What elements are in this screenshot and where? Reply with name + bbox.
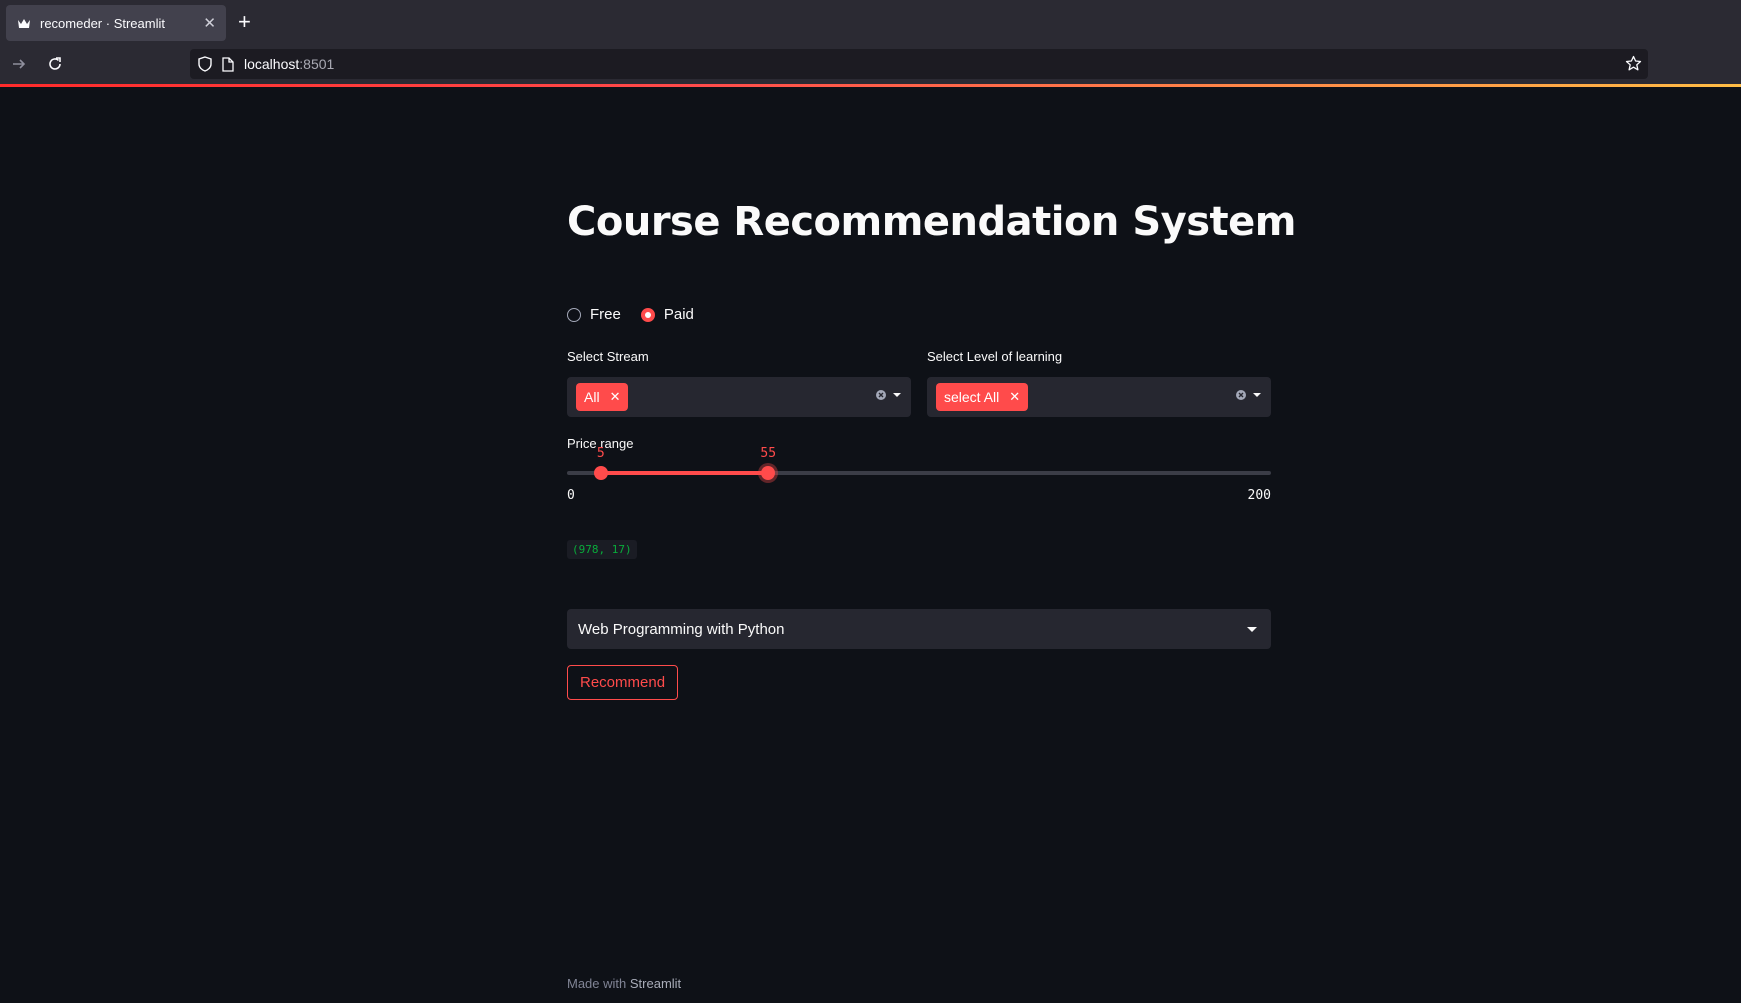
footer-streamlit-link[interactable]: Streamlit — [630, 976, 681, 991]
browser-tab[interactable]: recomeder · Streamlit ✕ — [6, 5, 226, 41]
slider-thumb-low[interactable] — [593, 466, 608, 480]
page-title: Course Recommendation System — [567, 199, 1296, 245]
close-icon[interactable]: ✕ — [203, 14, 216, 32]
clear-icon[interactable] — [1235, 389, 1247, 401]
browser-nav-bar: localhost:8501 — [0, 45, 1741, 85]
price-type-radio-group: Free Paid — [567, 306, 714, 323]
level-chip: select All ✕ — [936, 383, 1029, 411]
page-progress-line — [0, 84, 1741, 87]
recommend-button[interactable]: Recommend — [567, 665, 679, 700]
page-icon[interactable] — [222, 56, 234, 72]
url-bar[interactable]: localhost:8501 — [190, 49, 1648, 79]
radio-label-free: Free — [590, 306, 621, 323]
slider-max-label: 200 — [1247, 488, 1271, 503]
chevron-down-icon[interactable] — [1247, 627, 1257, 632]
slider-value-low: 5 — [596, 446, 605, 461]
slider-fill — [600, 471, 769, 475]
streamlit-crown-icon — [16, 15, 32, 31]
level-chip-label: select All — [944, 389, 1000, 405]
chevron-down-icon[interactable] — [1253, 393, 1261, 397]
radio-button-free[interactable] — [567, 307, 581, 322]
selectbox-value: Web Programming with Python — [578, 620, 785, 638]
radio-option-free[interactable]: Free — [567, 306, 621, 323]
star-icon[interactable] — [1625, 55, 1642, 72]
radio-label-paid: Paid — [663, 306, 694, 323]
shield-icon[interactable] — [198, 56, 212, 72]
course-selectbox[interactable]: Web Programming with Python — [567, 609, 1271, 649]
stream-label: Select Stream — [567, 349, 649, 364]
code-output: (978, 17) — [567, 540, 637, 559]
stream-chip-label: All — [584, 389, 600, 405]
forward-icon[interactable] — [8, 53, 30, 75]
reload-icon[interactable] — [44, 53, 66, 75]
slider-min-label: 0 — [567, 488, 575, 503]
chip-remove-icon[interactable]: ✕ — [1009, 389, 1020, 405]
level-multiselect[interactable]: select All ✕ — [927, 377, 1271, 417]
chevron-down-icon[interactable] — [893, 393, 901, 397]
radio-button-paid[interactable] — [640, 307, 655, 322]
price-range-slider[interactable]: 5 55 0 200 — [567, 446, 1271, 522]
tab-title: recomeder · Streamlit — [40, 15, 165, 31]
clear-icon[interactable] — [875, 389, 887, 401]
stream-multiselect[interactable]: All ✕ — [567, 377, 911, 417]
footer-prefix: Made with — [567, 976, 627, 991]
footer: Made with Streamlit — [567, 976, 681, 991]
plus-icon[interactable]: + — [238, 10, 251, 34]
slider-value-high: 55 — [760, 446, 777, 461]
slider-thumb-high[interactable] — [761, 466, 776, 480]
chip-remove-icon[interactable]: ✕ — [610, 389, 621, 405]
url-text[interactable]: localhost:8501 — [244, 56, 334, 72]
radio-option-paid[interactable]: Paid — [640, 306, 694, 323]
stream-chip: All ✕ — [576, 383, 629, 411]
level-label: Select Level of learning — [927, 349, 1063, 364]
browser-tab-bar: recomeder · Streamlit ✕ + — [0, 0, 1741, 45]
